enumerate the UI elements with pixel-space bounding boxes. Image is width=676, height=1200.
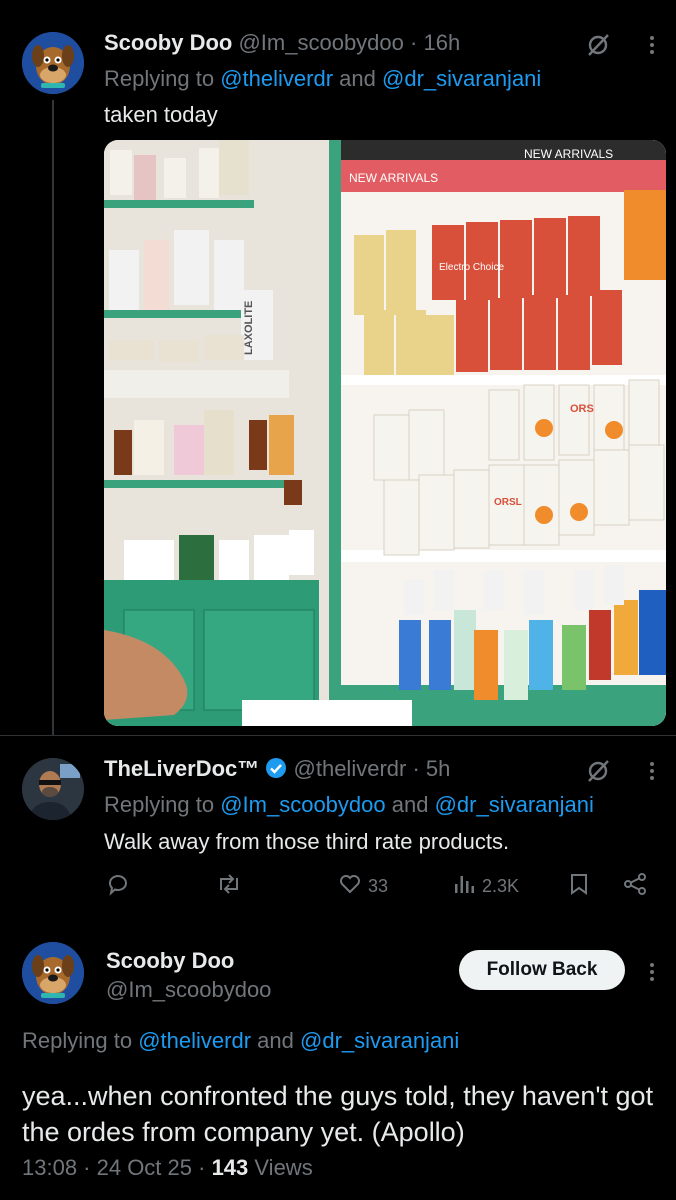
and-text: and	[391, 792, 429, 817]
and-text: and	[339, 66, 376, 91]
tweet-text: taken today	[104, 102, 218, 127]
banner-new-arrivals-right: NEW ARRIVALS	[524, 147, 613, 161]
more-icon[interactable]	[650, 33, 656, 57]
replying-prefix: Replying to	[22, 1028, 133, 1053]
follow-back-button[interactable]: Follow Back	[459, 950, 625, 990]
mention-link[interactable]: @dr_sivaranjani	[300, 1028, 459, 1053]
box-label: ORSL	[494, 497, 522, 508]
replying-to: Replying to @theliverdr and @dr_sivaranj…	[22, 1028, 459, 1054]
views-button[interactable]: 2.3K	[452, 872, 519, 901]
box-label: Electro Choice	[439, 262, 504, 273]
box-label: ORS	[570, 403, 594, 415]
reply-button[interactable]	[106, 872, 130, 901]
avatar[interactable]	[22, 32, 84, 94]
more-icon[interactable]	[650, 759, 656, 783]
action-bar: 33 2.3K	[104, 872, 664, 906]
box-label: LAXOLITE	[243, 301, 255, 355]
separator: ·	[410, 30, 418, 55]
banner-new-arrivals-left: NEW ARRIVALS	[349, 171, 438, 185]
and-text: and	[257, 1028, 294, 1053]
views-label: Views	[254, 1155, 313, 1180]
thread-line	[52, 100, 54, 735]
avatar[interactable]	[22, 758, 84, 820]
verified-badge-icon	[265, 757, 287, 785]
like-icon	[338, 872, 362, 901]
handle[interactable]: @Im_scoobydoo	[238, 30, 403, 55]
retweet-button[interactable]	[216, 872, 242, 901]
display-name[interactable]: TheLiverDoc™	[104, 756, 259, 781]
share-button[interactable]	[622, 872, 648, 901]
mention-link[interactable]: @dr_sivaranjani	[382, 66, 541, 91]
more-icon[interactable]	[650, 960, 656, 984]
tweet-meta: 13:08 · 24 Oct 25 · 143 Views	[22, 1155, 313, 1181]
views-count: 2.3K	[482, 876, 520, 896]
replying-prefix: Replying to	[104, 792, 215, 817]
like-count: 33	[368, 876, 389, 896]
tweet-photo[interactable]: LAXOLITE NEW ARRIVALS NEW ARRIVALS Elect…	[104, 140, 666, 726]
handle[interactable]: @Im_scoobydoo	[106, 977, 271, 1003]
tweet-text: yea...when confronted the guys told, the…	[22, 1081, 654, 1147]
views-icon	[452, 872, 476, 901]
display-name[interactable]: Scooby Doo	[106, 948, 234, 974]
tweet-text: Walk away from those third rate products…	[104, 829, 510, 854]
tweet-header: Scooby Doo @Im_scoobydoo · 16h	[104, 30, 460, 56]
tweet-header: TheLiverDoc™ @theliverdr · 5h	[104, 756, 450, 785]
tweet-1[interactable]: Scooby Doo @Im_scoobydoo · 16h Replying …	[0, 0, 676, 735]
tweet-timestamp[interactable]: 13:08 · 24 Oct 25 ·	[22, 1155, 205, 1180]
separator: ·	[412, 756, 420, 781]
share-icon	[622, 872, 648, 901]
replying-to: Replying to @theliverdr and @dr_sivaranj…	[104, 66, 541, 92]
grok-icon[interactable]	[583, 756, 613, 786]
replying-to: Replying to @Im_scoobydoo and @dr_sivara…	[104, 792, 594, 818]
bookmark-icon	[568, 872, 590, 901]
grok-icon[interactable]	[583, 30, 613, 60]
bookmark-button[interactable]	[568, 872, 590, 901]
mention-link[interactable]: @theliverdr	[138, 1028, 251, 1053]
retweet-icon	[216, 872, 242, 901]
mention-link[interactable]: @dr_sivaranjani	[435, 792, 594, 817]
timestamp[interactable]: 5h	[426, 756, 450, 781]
display-name[interactable]: Scooby Doo	[104, 30, 232, 55]
reply-icon	[106, 872, 130, 901]
timestamp[interactable]: 16h	[423, 30, 460, 55]
replying-prefix: Replying to	[104, 66, 215, 91]
like-button[interactable]: 33	[338, 872, 388, 901]
handle[interactable]: @theliverdr	[294, 756, 407, 781]
mention-link[interactable]: @theliverdr	[220, 66, 333, 91]
avatar[interactable]	[22, 942, 84, 1004]
views-count: 143	[211, 1155, 249, 1180]
mention-link[interactable]: @Im_scoobydoo	[220, 792, 385, 817]
